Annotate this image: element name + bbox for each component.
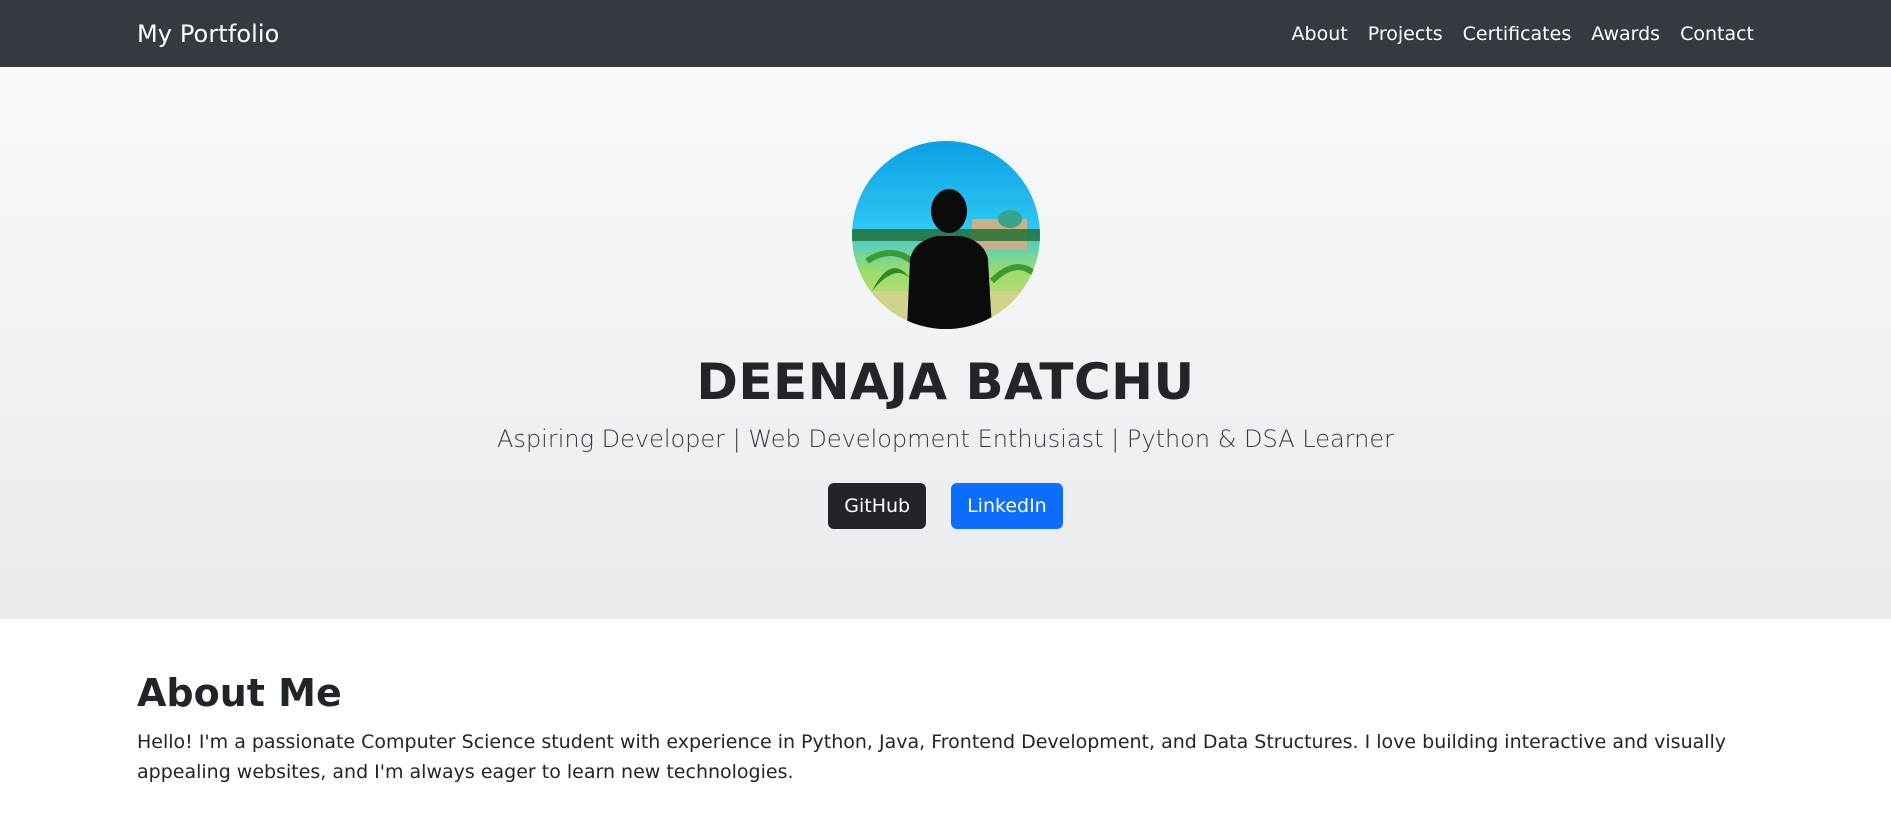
profile-photo	[851, 141, 1040, 329]
linkedin-button[interactable]: LinkedIn	[951, 483, 1063, 529]
hero-name: DEENAJA BATCHU	[696, 353, 1195, 411]
nav-link-awards[interactable]: Awards	[1591, 23, 1660, 45]
nav-link-certificates[interactable]: Certificates	[1463, 23, 1572, 45]
nav-links: About Projects Certificates Awards Conta…	[1292, 23, 1754, 45]
navbar: My Portfolio About Projects Certificates…	[0, 0, 1891, 67]
github-button[interactable]: GitHub	[828, 483, 927, 529]
hero-tagline: Aspiring Developer | Web Development Ent…	[497, 425, 1394, 453]
nav-link-about[interactable]: About	[1292, 23, 1348, 45]
about-text: Hello! I'm a passionate Computer Science…	[137, 731, 1727, 783]
about-heading: About Me	[137, 671, 342, 715]
nav-link-contact[interactable]: Contact	[1680, 23, 1754, 45]
hero-section: DEENAJA BATCHU Aspiring Developer | Web …	[0, 67, 1891, 619]
social-buttons: GitHub LinkedIn	[828, 483, 1063, 529]
about-section: About Me Hello! I'm a passionate Compute…	[0, 619, 1891, 787]
nav-link-projects[interactable]: Projects	[1368, 23, 1443, 45]
brand-link[interactable]: My Portfolio	[137, 20, 279, 48]
profile-photo-illustration	[851, 189, 1040, 329]
